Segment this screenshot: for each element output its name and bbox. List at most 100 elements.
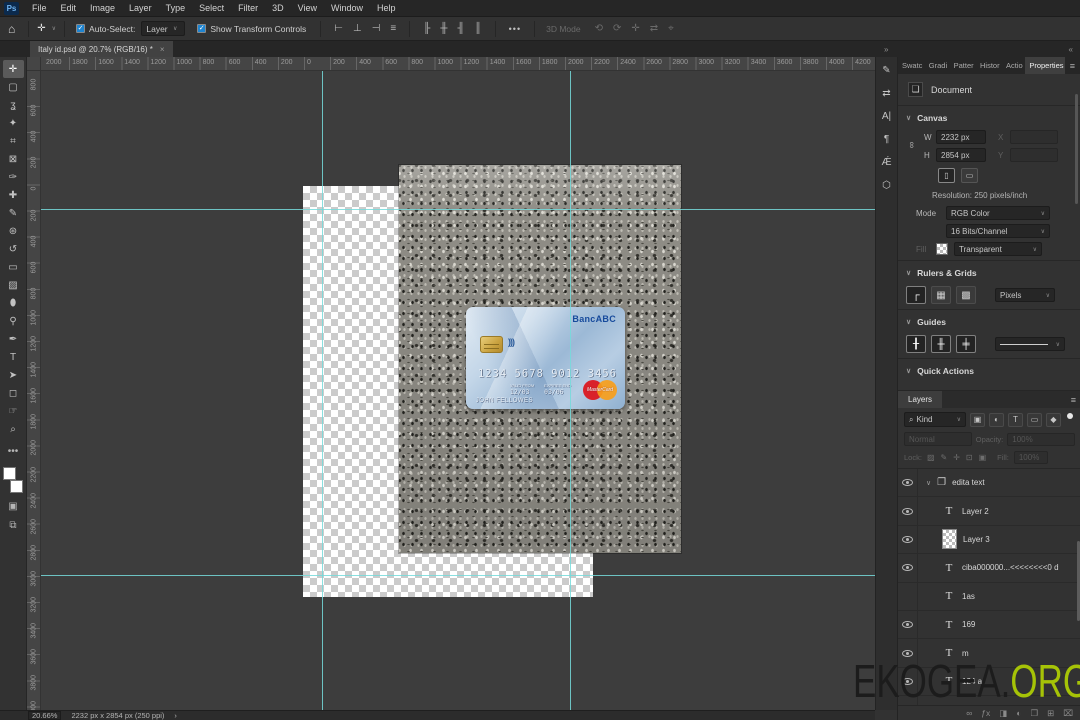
layer-name[interactable]: 1as [962,592,975,601]
guide-horizontal-2[interactable] [41,575,875,576]
rulers-toggle-icon[interactable]: ┌ [906,286,926,304]
panel-tab-swatc[interactable]: Swatc [898,57,925,74]
layer-row[interactable]: T 169 [898,610,1080,640]
3d-roll-icon[interactable]: ⟳ [613,23,621,34]
auto-select-target-dropdown[interactable]: Layer ∨ [141,21,186,36]
more-tools-icon[interactable]: ••• [8,446,19,457]
new-layer-icon[interactable]: ⊞ [1047,708,1054,719]
distribute-top-icon[interactable]: ╟ [423,23,430,34]
layers-panel-tab[interactable]: Layers [898,391,943,408]
panel-tab-actio[interactable]: Actio [1002,57,1025,74]
document-tab[interactable]: Italy id.psd @ 20.7% (RGB/16) * × [30,41,173,57]
filter-toggle-icon[interactable] [1067,412,1073,419]
3d-orbit-icon[interactable]: ⟲ [595,23,603,34]
zoom-tool[interactable]: ⌕ [3,420,24,438]
vertical-ruler[interactable]: 800 600 400 200 0 200 400 600 800 1000 1200 1400 160… [27,71,41,710]
3d-slide-icon[interactable]: ⇄ [650,23,658,34]
paragraph-panel-icon[interactable]: ¶ [884,134,889,145]
layer-row[interactable]: Tm [898,639,1080,668]
move-tool[interactable]: ✛ [2,60,24,78]
menu-layer[interactable]: Layer [122,0,159,16]
menu-view[interactable]: View [291,0,324,16]
grid-toggle-icon[interactable]: ▦ [931,286,951,304]
path-select-tool[interactable]: ➤ [3,366,24,384]
guides-section-header[interactable]: ∨ Guides [898,312,1080,332]
brush-settings-panel-icon[interactable]: ✎ [882,65,890,76]
menu-filter[interactable]: Filter [231,0,265,16]
layer-name[interactable]: m [962,649,969,658]
layer-body[interactable]: T 169 [918,611,1080,638]
guide-settings-icon[interactable]: ╪ [956,335,976,353]
layer-row[interactable]: Tciba000000...<<<<<<<<0 d [898,554,1080,583]
lock-pixels-icon[interactable]: ✎ [941,453,948,462]
close-icon[interactable]: × [160,45,165,54]
panel-tab-gradi[interactable]: Gradi [925,57,950,74]
layer-name[interactable]: Layer 3 [963,535,990,544]
lock-position-icon[interactable]: ✛ [953,453,960,462]
adjustment-layer-icon[interactable]: ◐ [1016,708,1021,718]
layer-row[interactable]: ∨ ❐ edita text [898,469,1080,498]
distribute-center-icon[interactable]: ╫ [440,23,447,34]
panel-menu-icon[interactable]: ≡ [1065,61,1080,71]
guide-vertical-1[interactable] [322,71,323,710]
link-layers-icon[interactable]: ∞ [966,708,972,718]
lasso-tool[interactable]: ʓ [3,96,24,114]
dodge-tool[interactable]: ⚲ [3,312,24,330]
canvas-section-header[interactable]: ∨ Canvas [898,108,1080,128]
distribute-bottom-icon[interactable]: ╢ [457,23,464,34]
landscape-orientation-button[interactable]: ▭ [961,168,978,183]
color-swatches[interactable] [3,467,23,493]
crop-tool[interactable]: ⌗ [3,132,24,150]
panel-tab-properties[interactable]: Properties [1025,57,1065,74]
menu-image[interactable]: Image [83,0,122,16]
panel-tab-patter[interactable]: Patter [950,57,976,74]
foreground-color-swatch[interactable] [3,467,16,480]
layer-visibility-toggle[interactable] [898,554,918,582]
lock-transparency-icon[interactable]: ▨ [927,453,935,462]
layer-body[interactable]: Tm [918,639,1080,666]
guide-vertical-2[interactable] [570,71,571,710]
align-left-icon[interactable]: ⊢ [334,23,343,34]
height-input[interactable]: 2854 px [936,148,986,162]
layer-row[interactable]: Layer 3 [898,525,1080,555]
layer-body[interactable]: Layer 3 [918,526,1080,553]
layer-visibility-toggle[interactable] [898,667,918,696]
layer-mask-icon[interactable]: ◨ [999,708,1007,719]
mode-dropdown[interactable]: RGB Color ∨ [946,206,1050,220]
ruler-units-dropdown[interactable]: Pixels ∨ [995,288,1055,302]
layer-row[interactable]: T Layer 2 [898,497,1080,526]
3d-pan-icon[interactable]: ✛ [631,23,639,34]
canvas-viewport[interactable]: BancABC ))) 1234 5678 9012 3456 Valid Fr… [41,71,875,710]
chevron-down-icon[interactable]: ∨ [49,25,59,32]
layer-visibility-toggle[interactable] [898,497,918,525]
clone-stamp-tool[interactable]: ⊛ [3,222,24,240]
glyphs-panel-icon[interactable]: Ǽ [882,157,892,168]
guide-style-dropdown[interactable]: ∨ [995,337,1065,351]
gradient-tool[interactable]: ▨ [3,276,24,294]
layer-visibility-toggle[interactable] [898,469,918,497]
ruler-corner[interactable] [27,57,41,71]
menu-edit[interactable]: Edit [54,0,84,16]
clone-source-panel-icon[interactable]: ⇄ [882,88,890,99]
guide-horizontal-1[interactable] [41,209,875,210]
layer-body[interactable]: ∨ ❐ edita text [918,469,1080,496]
horizontal-ruler[interactable]: 2000 1800 1600 1400 1200 1000 800 600 400 200 0 200… [41,57,875,71]
align-right-icon[interactable]: ⊣ [372,23,381,34]
layer-name[interactable]: Layer 2 [962,507,989,516]
distribute-spacing-icon[interactable]: ║ [475,23,482,34]
filter-shape-layers-icon[interactable]: ▭ [1027,412,1042,427]
layer-name[interactable]: ciba000000...<<<<<<<<0 d [962,563,1059,572]
layer-visibility-toggle[interactable] [898,582,918,610]
menu-help[interactable]: Help [370,0,403,16]
layer-visibility-toggle[interactable] [898,639,918,667]
character-panel-icon[interactable]: A| [882,111,891,122]
width-input[interactable]: 2232 px [936,130,986,144]
background-color-swatch[interactable] [10,480,23,493]
filter-type-layers-icon[interactable]: T [1008,412,1023,427]
filter-adjustment-layers-icon[interactable]: ◐ [989,412,1004,427]
hand-tool[interactable]: ☞ [3,402,24,420]
object-selection-tool[interactable]: ✦ [3,114,24,132]
menu-window[interactable]: Window [324,0,370,16]
align-center-h-icon[interactable]: ⊥ [353,23,362,34]
libraries-panel-icon[interactable]: ⬡ [882,180,891,191]
